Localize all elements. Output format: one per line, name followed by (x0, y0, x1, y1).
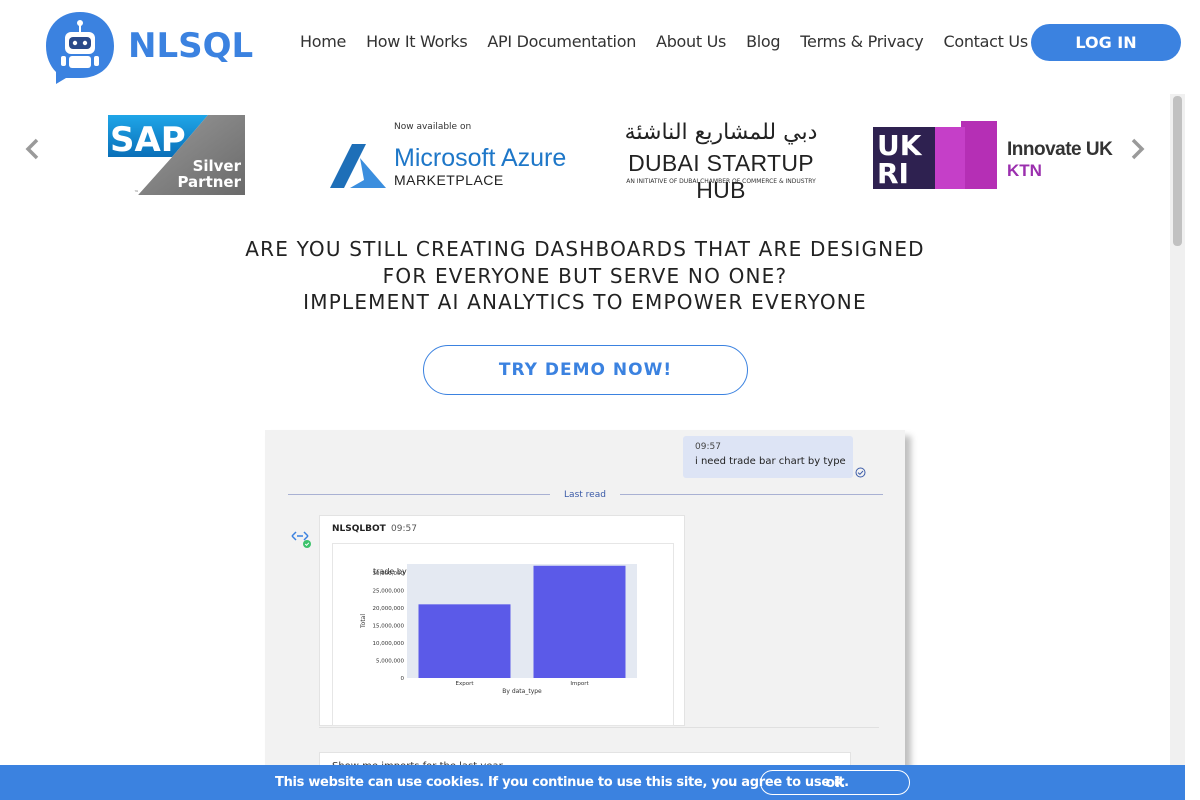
bot-message-time: 09:57 (391, 524, 417, 534)
bot-message-card: NLSQLBOT 09:57 trade by `data_type`05,00… (319, 515, 685, 726)
user-message-time: 09:57 (695, 442, 721, 452)
brand-name: NLSQL (128, 26, 254, 66)
chart-bar (418, 604, 511, 678)
last-read-divider-right (620, 494, 883, 495)
site-header: NLSQL Home How It Works API Documentatio… (0, 0, 1200, 88)
y-tick-label: 20,000,000 (373, 606, 405, 612)
read-check-icon (855, 467, 866, 478)
y-tick-label: 5,000,000 (376, 658, 404, 664)
svg-text:Partner: Partner (177, 173, 241, 191)
dubai-english-name: DUBAI STARTUP HUB (628, 150, 814, 203)
y-tick-label: 10,000,000 (373, 641, 405, 647)
robot-bubble-icon (46, 12, 114, 84)
bot-name: NLSQLBOT (332, 524, 386, 534)
last-read-divider-left (288, 494, 550, 495)
azure-icon (330, 144, 386, 188)
x-axis-label: By data_type (502, 688, 542, 695)
dubai-startup-hub-logo: دبي للمشاريع الناشئة DUBAI STARTUP HUB A… (622, 120, 822, 203)
azure-name: Microsoft Azure (394, 144, 567, 172)
last-read-label: Last read (564, 490, 606, 500)
svg-text:SAP: SAP (110, 120, 186, 160)
chevron-right-icon[interactable] (1126, 136, 1148, 162)
y-axis-label: Total (360, 614, 367, 629)
trade-bar-chart: trade by `data_type`05,000,00010,000,000… (360, 564, 637, 695)
user-message-bubble: 09:57 i need trade bar chart by type (683, 436, 853, 478)
x-tick-label: Import (570, 681, 589, 687)
chevron-left-icon[interactable] (22, 136, 44, 162)
bot-avatar-icon (291, 531, 311, 548)
login-button[interactable]: LOG IN (1031, 24, 1181, 61)
nav-how-it-works[interactable]: How It Works (366, 32, 468, 56)
y-tick-label: 30,000,000 (373, 571, 405, 577)
brand-logo[interactable]: NLSQL (44, 10, 253, 86)
hero-line-3: IMPLEMENT AI ANALYTICS TO EMPOWER EVERYO… (303, 290, 867, 314)
dubai-arabic-name: دبي للمشاريع الناشئة (624, 120, 818, 145)
azure-marketplace: MARKETPLACE (394, 172, 504, 188)
scrollbar-thumb[interactable] (1173, 96, 1182, 246)
page-scrollbar[interactable] (1170, 94, 1185, 800)
nav-api-documentation[interactable]: API Documentation (487, 32, 636, 56)
y-tick-label: 15,000,000 (373, 623, 405, 629)
nav-blog[interactable]: Blog (746, 32, 780, 56)
dubai-subtitle: AN INITIATIVE OF DUBAI CHAMBER OF COMMER… (626, 178, 816, 185)
nav-about-us[interactable]: About Us (656, 32, 726, 56)
y-tick-label: 25,000,000 (373, 588, 405, 594)
nav-contact-us[interactable]: Contact Us (943, 32, 1028, 56)
svg-text:™: ™ (134, 190, 139, 195)
innovate-uk-label: Innovate UK (1007, 139, 1113, 160)
hero-heading: ARE YOU STILL CREATING DASHBOARDS THAT A… (0, 236, 1170, 316)
svg-text:RI: RI (877, 157, 909, 189)
microsoft-azure-marketplace-logo: Now available on Microsoft Azure MARKETP… (330, 120, 570, 190)
main-nav: Home How It Works API Documentation Abou… (300, 32, 1048, 56)
chart-bar (533, 565, 626, 678)
ukri-mark-graphic: UK RI (873, 121, 997, 189)
y-tick-label: 0 (401, 676, 405, 682)
sap-silver-partner-logo: SAP Silver Partner ™ (108, 115, 245, 196)
sap-logo-graphic: SAP Silver Partner ™ (108, 115, 245, 196)
chat-demo-window: 09:57 i need trade bar chart by type Las… (265, 430, 905, 800)
hero-line-2: FOR EVERYONE BUT SERVE NO ONE? (382, 263, 788, 288)
cookie-banner: This website can use cookies. If you con… (0, 765, 1185, 800)
user-message-text: i need trade bar chart by type (695, 456, 846, 467)
chart-frame: trade by `data_type`05,000,00010,000,000… (332, 543, 674, 726)
nav-terms-privacy[interactable]: Terms & Privacy (800, 32, 924, 56)
nav-home[interactable]: Home (300, 32, 346, 56)
try-demo-button[interactable]: TRY DEMO NOW! (423, 345, 748, 395)
message-divider (319, 727, 879, 728)
x-tick-label: Export (455, 681, 474, 687)
innovate-uk-ktn-logo: UK RI Innovate UK KTN (873, 121, 1123, 191)
cookie-ok-button[interactable]: ok (760, 770, 910, 795)
hero-line-1: ARE YOU STILL CREATING DASHBOARDS THAT A… (245, 237, 925, 261)
azure-now-available: Now available on (394, 122, 472, 132)
ktn-label: KTN (1007, 161, 1042, 180)
